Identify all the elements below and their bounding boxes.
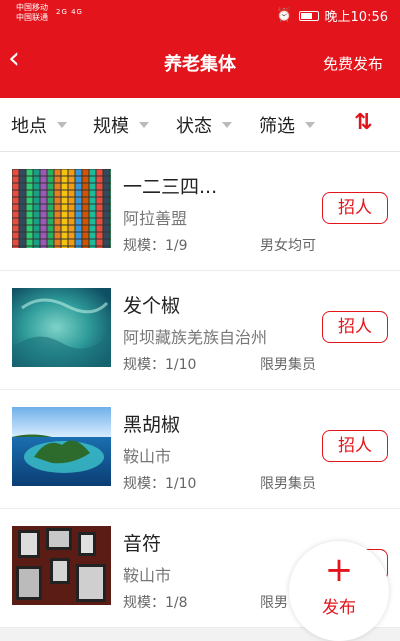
carrier-info: 中国移动 中国联通 (16, 3, 48, 23)
thumbnail-island (12, 407, 111, 486)
clock: 晚上10:56 (324, 10, 388, 25)
carrier-1: 中国移动 (16, 3, 48, 12)
thumbnail-photo-wall (12, 526, 111, 605)
free-publish-button[interactable]: 免费发布 (323, 53, 383, 74)
filter-location[interactable]: 地点 (11, 112, 67, 138)
recruit-button[interactable]: 招人 (322, 430, 388, 462)
recruit-button[interactable]: 招人 (322, 311, 388, 343)
app-header: ‹ 养老集体 免费发布 (0, 30, 400, 98)
list-item[interactable]: 一二三四... 阿拉善盟 规模：1/9 男女均可 招人 (0, 152, 400, 271)
item-name: 黑胡椒 (123, 414, 181, 436)
caret-down-icon (57, 122, 67, 128)
caret-down-icon (222, 122, 232, 128)
list-item[interactable]: 黑胡椒 鞍山市 规模：1/10 限男集员 招人 (0, 390, 400, 509)
filter-status[interactable]: 状态 (176, 112, 232, 138)
filter-scale[interactable]: 规模 (93, 112, 149, 138)
status-right: ⏰ 晚上10:56 (276, 6, 388, 25)
list-item[interactable]: 发个椒 阿坝藏族羌族自治州 规模：1/10 限男集员 招人 (0, 271, 400, 390)
item-name: 一二三四... (123, 176, 218, 198)
item-name: 音符 (123, 533, 162, 555)
sort-icon[interactable]: ⇅ (354, 110, 372, 135)
carrier-2: 中国联通 (16, 13, 48, 22)
thumbnail-colorful-grid (12, 169, 111, 248)
filter-more[interactable]: 筛选 (259, 112, 315, 138)
item-gender: 男女均可 (260, 238, 316, 254)
fab-label: 发布 (322, 598, 356, 618)
item-scale: 规模：1/9 (123, 238, 188, 254)
filter-bar: 地点 规模 状态 筛选 ⇅ (0, 98, 400, 152)
item-location: 鞍山市 (123, 566, 172, 585)
item-location: 阿坝藏族羌族自治州 (123, 328, 268, 347)
alarm-icon: ⏰ (276, 8, 293, 23)
signal-indicator: 2G 4G (56, 8, 83, 16)
item-scale: 规模：1/8 (123, 595, 188, 611)
item-name: 发个椒 (123, 295, 181, 317)
item-scale: 规模：1/10 (123, 476, 197, 492)
item-gender: 限男集员 (260, 476, 316, 492)
item-gender: 限男 (260, 595, 288, 611)
battery-icon (298, 10, 319, 21)
plus-icon: + (324, 550, 354, 590)
item-gender: 限男集员 (260, 357, 316, 373)
item-location: 鞍山市 (123, 447, 172, 466)
caret-down-icon (305, 122, 315, 128)
item-scale: 规模：1/10 (123, 357, 197, 373)
thumbnail-teal-abstract (12, 288, 111, 367)
publish-fab-button[interactable]: + 发布 (289, 541, 389, 641)
filter-label: 地点 (11, 116, 47, 137)
caret-down-icon (139, 122, 149, 128)
filter-label: 筛选 (259, 116, 295, 137)
item-location: 阿拉善盟 (123, 209, 188, 228)
status-bar: 中国移动 中国联通 2G 4G ⏰ 晚上10:56 (0, 0, 400, 30)
filter-label: 状态 (176, 116, 212, 137)
filter-label: 规模 (93, 116, 129, 137)
recruit-button[interactable]: 招人 (322, 192, 388, 224)
